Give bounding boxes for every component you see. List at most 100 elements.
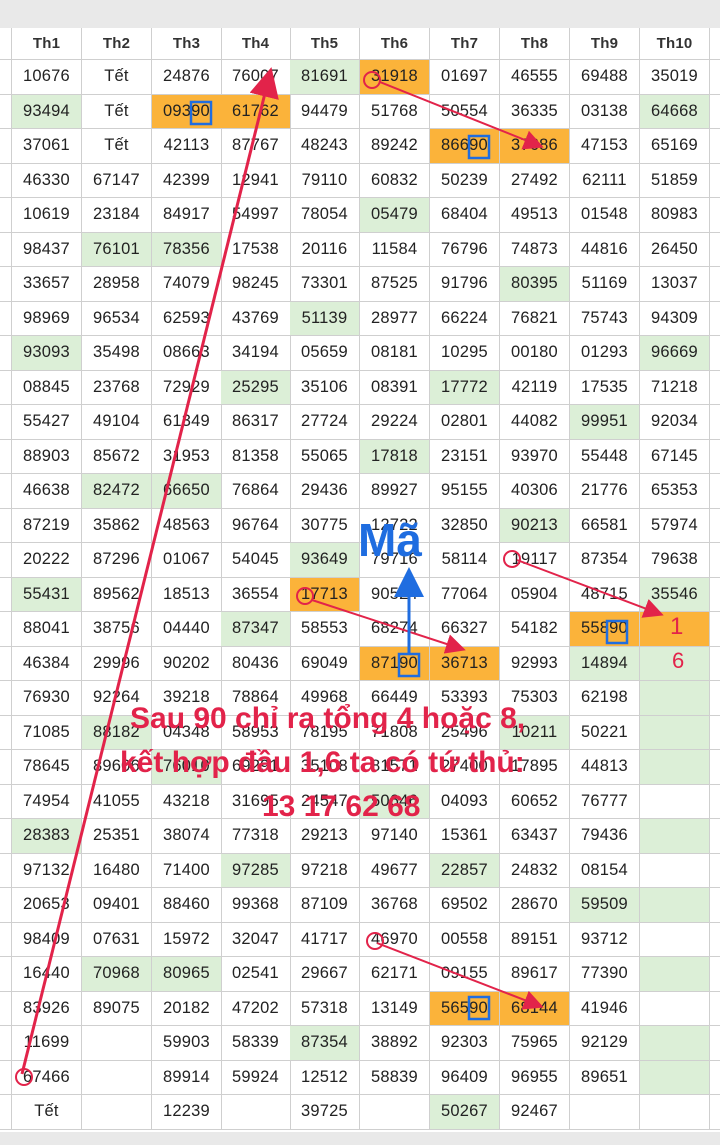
table-cell xyxy=(640,646,710,681)
table-cell: 39218 xyxy=(152,681,222,716)
table-cell: 48243 xyxy=(290,129,360,164)
table-cell: 76930 xyxy=(12,681,82,716)
table-cell: 76010 xyxy=(152,750,222,785)
row-stub-right xyxy=(710,785,720,819)
top-bar xyxy=(0,0,720,28)
table-cell: 78864 xyxy=(221,681,291,716)
table-cell: 09401 xyxy=(82,888,152,923)
table-cell: 50239 xyxy=(430,163,500,198)
table-cell: 96534 xyxy=(82,301,152,336)
table-cell: 58953 xyxy=(221,715,291,750)
table-cell: 89151 xyxy=(500,922,570,957)
table-cell: 68274 xyxy=(360,612,430,647)
table-cell: 36554 xyxy=(221,577,291,612)
row-stub-right xyxy=(710,233,720,267)
table-cell: 29224 xyxy=(360,405,430,440)
row-stub-left xyxy=(0,646,12,681)
table-cell: 97285 xyxy=(221,853,291,888)
table-cell: 40306 xyxy=(500,474,570,509)
row-stub-left xyxy=(0,301,12,336)
table-cell: 08391 xyxy=(360,370,430,405)
table-cell xyxy=(640,922,710,957)
table-cell: 99368 xyxy=(221,888,291,923)
table-cell: 66449 xyxy=(360,681,430,716)
table-cell: 51169 xyxy=(570,267,640,302)
table-cell: 28383 xyxy=(12,819,82,854)
table-cell: 38074 xyxy=(152,819,222,854)
table-cell: 90213 xyxy=(500,508,570,543)
table-cell: 10676 xyxy=(12,60,82,95)
table-cell: 92993 xyxy=(500,646,570,681)
table-cell: 80983 xyxy=(640,198,710,233)
table-cell: 63437 xyxy=(500,819,570,854)
table-cell: 90524 xyxy=(360,577,430,612)
table-cell: 19117 xyxy=(500,543,570,578)
table-cell: 32850 xyxy=(430,508,500,543)
table-cell: 37061 xyxy=(12,129,82,164)
table-cell: Tết xyxy=(82,94,152,129)
table-cell: 46384 xyxy=(12,646,82,681)
table-cell: 89242 xyxy=(360,129,430,164)
table-cell: 93712 xyxy=(570,922,640,957)
table-cell: 17535 xyxy=(570,370,640,405)
row-stub-left xyxy=(0,888,12,923)
table-cell: 89606 xyxy=(82,750,152,785)
row-stub-right xyxy=(710,474,720,509)
header-th8: Th8 xyxy=(500,28,570,60)
table-cell: 46330 xyxy=(12,163,82,198)
header-stub-right xyxy=(710,28,720,60)
row-stub-right xyxy=(710,578,720,612)
row-stub-right xyxy=(710,1026,720,1061)
row-stub-left xyxy=(0,163,12,198)
table-cell: 01697 xyxy=(430,60,500,95)
row-stub-right xyxy=(710,129,720,164)
table-cell: 47202 xyxy=(221,991,291,1026)
table-cell: 92303 xyxy=(430,1026,500,1061)
table-cell: 17772 xyxy=(430,370,500,405)
table-cell: 96669 xyxy=(640,336,710,371)
table-cell: 89617 xyxy=(500,957,570,992)
row-stub-right xyxy=(710,509,720,543)
table-cell: 35546 xyxy=(640,577,710,612)
row-stub-right xyxy=(710,405,720,440)
table-cell: 59903 xyxy=(152,1026,222,1061)
row-stub-left xyxy=(0,715,12,750)
table-cell: 41055 xyxy=(82,784,152,819)
row-stub-left xyxy=(0,922,12,957)
table-cell: 98437 xyxy=(12,232,82,267)
table-cell: 48715 xyxy=(570,577,640,612)
table-cell: 66327 xyxy=(430,612,500,647)
table-cell: 57974 xyxy=(640,508,710,543)
table-cell: 97218 xyxy=(290,853,360,888)
row-stub-left xyxy=(0,370,12,405)
table-cell: 55431 xyxy=(12,577,82,612)
table-cell xyxy=(640,853,710,888)
table-cell: 80395 xyxy=(500,267,570,302)
table-cell: 54182 xyxy=(500,612,570,647)
table-cell: 58339 xyxy=(221,1026,291,1061)
row-stub-right xyxy=(710,819,720,854)
table-cell xyxy=(640,1060,710,1095)
table-cell: 71400 xyxy=(152,853,222,888)
table-cell: 51859 xyxy=(640,163,710,198)
table-cell: 76864 xyxy=(221,474,291,509)
table-cell: 85672 xyxy=(82,439,152,474)
table-cell xyxy=(640,1026,710,1061)
table-cell: 43769 xyxy=(221,301,291,336)
table-cell: 08154 xyxy=(570,853,640,888)
table-cell: 72929 xyxy=(152,370,222,405)
table-cell: 81358 xyxy=(221,439,291,474)
table-cell: 87296 xyxy=(82,543,152,578)
table-cell: 27492 xyxy=(500,163,570,198)
table-cell: 08181 xyxy=(360,336,430,371)
row-stub-right xyxy=(710,957,720,992)
table-cell: 87767 xyxy=(221,129,291,164)
table-cell: 47153 xyxy=(570,129,640,164)
table-cell: 16480 xyxy=(82,853,152,888)
table-cell: 68404 xyxy=(430,198,500,233)
table-cell: 26450 xyxy=(640,232,710,267)
table-cell: 46638 xyxy=(12,474,82,509)
row-stub-right xyxy=(710,992,720,1026)
table-cell: 62111 xyxy=(570,163,640,198)
table-cell: 75303 xyxy=(500,681,570,716)
